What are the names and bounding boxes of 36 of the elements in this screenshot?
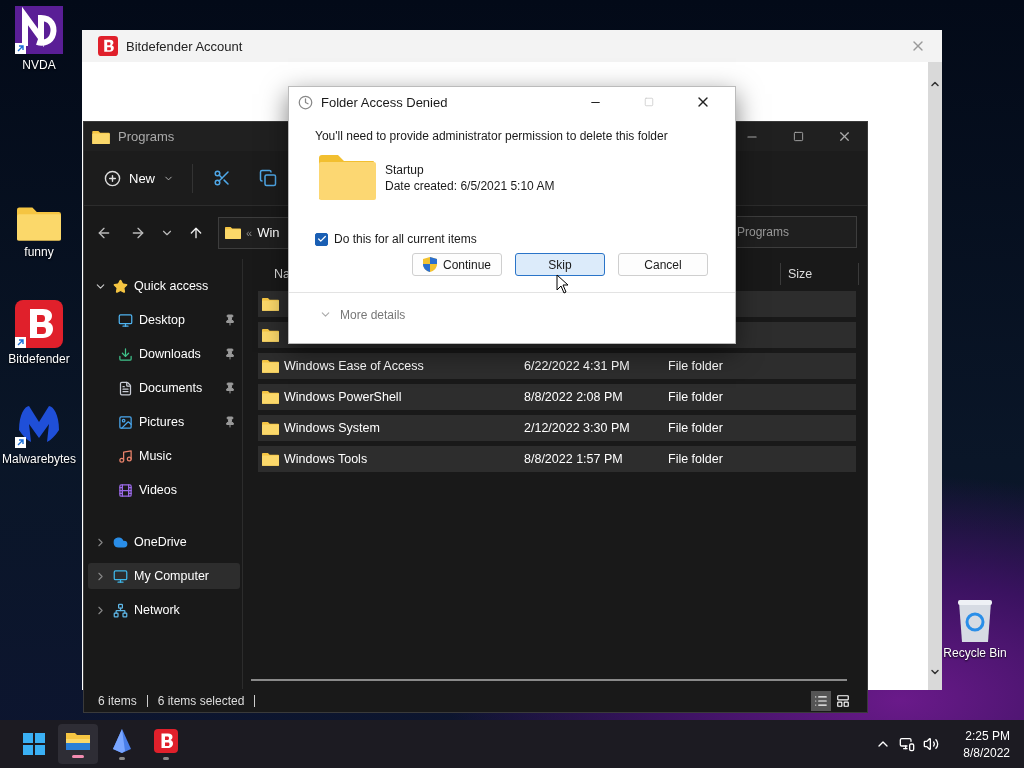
item-date: Date created: 6/5/2021 5:10 AM: [385, 178, 555, 193]
sidebar-item[interactable]: Videos: [88, 477, 240, 503]
item-name: Startup: [385, 162, 425, 177]
file-row[interactable]: Windows Tools 8/8/2022 1:57 PM File folder: [258, 446, 856, 472]
sidebar-item[interactable]: Network: [88, 597, 240, 623]
clock[interactable]: 2:25 PM 8/8/2022: [963, 728, 1010, 760]
desktop-icon-label[interactable]: Recycle Bin: [943, 646, 1007, 660]
sidebar-item[interactable]: Desktop: [88, 307, 240, 333]
desktop-icon-label[interactable]: Malwarebytes: [2, 452, 76, 466]
window-title: Programs: [118, 129, 175, 144]
dialog-button[interactable]: Continue: [412, 253, 502, 276]
desktop-icon-label[interactable]: NVDA: [22, 58, 56, 72]
dialog-button[interactable]: Skip: [515, 253, 605, 276]
sidebar-item[interactable]: Documents: [88, 375, 240, 401]
desktop-icon-label[interactable]: funny: [24, 245, 54, 259]
sidebar-item[interactable]: Quick access: [88, 273, 240, 299]
sidebar-item[interactable]: Pictures: [88, 409, 240, 435]
dialog-title: Folder Access Denied: [321, 94, 448, 110]
file-row[interactable]: Windows PowerShell 8/8/2022 2:08 PM File folder: [258, 384, 856, 410]
more-details-link[interactable]: More details: [340, 307, 406, 322]
sidebar-item[interactable]: OneDrive: [88, 529, 240, 555]
sidebar-item[interactable]: Music: [88, 443, 240, 469]
window-title: Bitdefender Account: [126, 38, 243, 54]
status-text: 6 items: [98, 693, 137, 708]
sidebar-item[interactable]: Downloads: [88, 341, 240, 367]
file-row[interactable]: Windows System 2/12/2022 3:30 PM File folder: [258, 415, 856, 441]
checkbox-label[interactable]: Do this for all current items: [334, 232, 477, 246]
sidebar-item[interactable]: My Computer: [88, 563, 240, 589]
new-button[interactable]: New: [96, 163, 193, 193]
message-text: You'll need to provide administrator permission to delete this folder: [315, 129, 669, 143]
status-text: 6 items selected: [157, 693, 245, 708]
desktop-icon-label[interactable]: Bitdefender: [8, 352, 70, 366]
dialog-button[interactable]: Cancel: [618, 253, 708, 276]
file-row[interactable]: Windows Ease of Access 6/22/2022 4:31 PM File folder: [258, 353, 856, 379]
column-header[interactable]: Size: [788, 267, 813, 281]
search-field[interactable]: Programs: [737, 216, 857, 248]
